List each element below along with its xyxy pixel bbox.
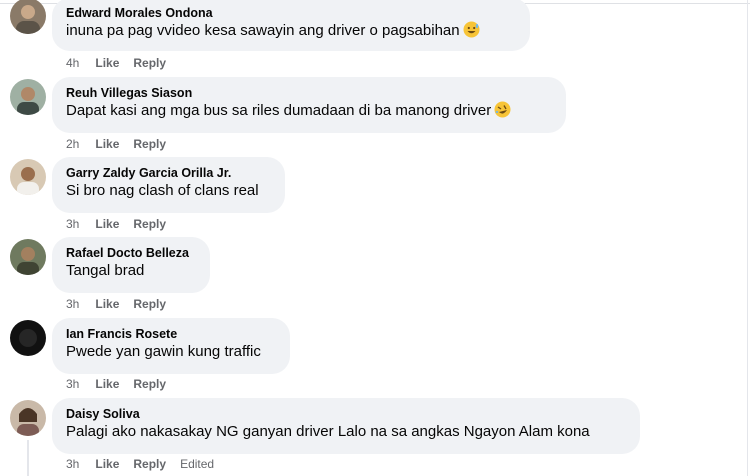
like-button[interactable]: Like (95, 457, 119, 471)
like-button[interactable]: Like (95, 56, 119, 70)
thread-connector (27, 440, 29, 476)
comment-actions: 3h Like Reply (66, 297, 180, 311)
comment-bubble: Reuh Villegas Siason Dapat kasi ang mga … (52, 77, 566, 133)
like-button[interactable]: Like (95, 137, 119, 151)
comment-text: inuna pa pag vvideo kesa sawayin ang dri… (66, 21, 516, 44)
comment-actions: 3h Like Reply Edited (66, 457, 228, 471)
like-button[interactable]: Like (95, 217, 119, 231)
rofl-emoji-icon (494, 101, 511, 124)
comment-text-content: inuna pa pag vvideo kesa sawayin ang dri… (66, 22, 460, 39)
reply-button[interactable]: Reply (133, 56, 166, 70)
avatar[interactable] (10, 159, 46, 195)
reply-button[interactable]: Reply (133, 457, 166, 471)
comment-text: Si bro nag clash of clans real (66, 182, 259, 199)
avatar[interactable] (10, 79, 46, 115)
comment-text-content: Dapat kasi ang mga bus sa riles dumadaan… (66, 102, 492, 119)
like-button[interactable]: Like (95, 297, 119, 311)
comment-timestamp[interactable]: 3h (66, 297, 79, 311)
comment-text: Palagi ako nakasakay NG ganyan driver La… (66, 423, 590, 440)
avatar[interactable] (10, 239, 46, 275)
grinning-sweat-emoji-icon (463, 21, 480, 44)
comment-actions: 3h Like Reply (66, 217, 180, 231)
reply-button[interactable]: Reply (133, 377, 166, 391)
comment-bubble: Rafael Docto Belleza Tangal brad (52, 237, 210, 293)
comment-text: Pwede yan gawin kung traffic (66, 343, 261, 360)
reply-button[interactable]: Reply (133, 217, 166, 231)
comment-timestamp[interactable]: 4h (66, 56, 79, 70)
comment-timestamp[interactable]: 3h (66, 377, 79, 391)
edited-label: Edited (180, 457, 215, 471)
comment-timestamp[interactable]: 2h (66, 137, 79, 151)
reply-button[interactable]: Reply (133, 297, 166, 311)
comment-actions: 4h Like Reply (66, 56, 180, 70)
comment-author[interactable]: Garry Zaldy Garcia Orilla Jr. (66, 165, 271, 181)
comment-timestamp[interactable]: 3h (66, 217, 79, 231)
comment-text: Tangal brad (66, 262, 145, 279)
comment-bubble: Daisy Soliva Palagi ako nakasakay NG gan… (52, 398, 640, 454)
like-button[interactable]: Like (95, 377, 119, 391)
comment-timestamp[interactable]: 3h (66, 457, 79, 471)
comment-author[interactable]: Edward Morales Ondona (66, 5, 516, 21)
avatar[interactable] (10, 0, 46, 34)
reply-button[interactable]: Reply (133, 137, 166, 151)
avatar[interactable] (10, 400, 46, 436)
comment-bubble: Garry Zaldy Garcia Orilla Jr. Si bro nag… (52, 157, 285, 213)
comment-actions: 2h Like Reply (66, 137, 180, 151)
comment-text: Dapat kasi ang mga bus sa riles dumadaan… (66, 101, 552, 124)
comment-author[interactable]: Reuh Villegas Siason (66, 85, 552, 101)
avatar[interactable] (10, 320, 46, 356)
comment-bubble: Ian Francis Rosete Pwede yan gawin kung … (52, 318, 290, 374)
comment-actions: 3h Like Reply (66, 377, 180, 391)
comment-author[interactable]: Daisy Soliva (66, 406, 626, 422)
comment-author[interactable]: Ian Francis Rosete (66, 326, 276, 342)
comment-bubble: Edward Morales Ondona inuna pa pag vvide… (52, 0, 530, 51)
panel-edge (747, 0, 748, 476)
comment-author[interactable]: Rafael Docto Belleza (66, 245, 196, 261)
